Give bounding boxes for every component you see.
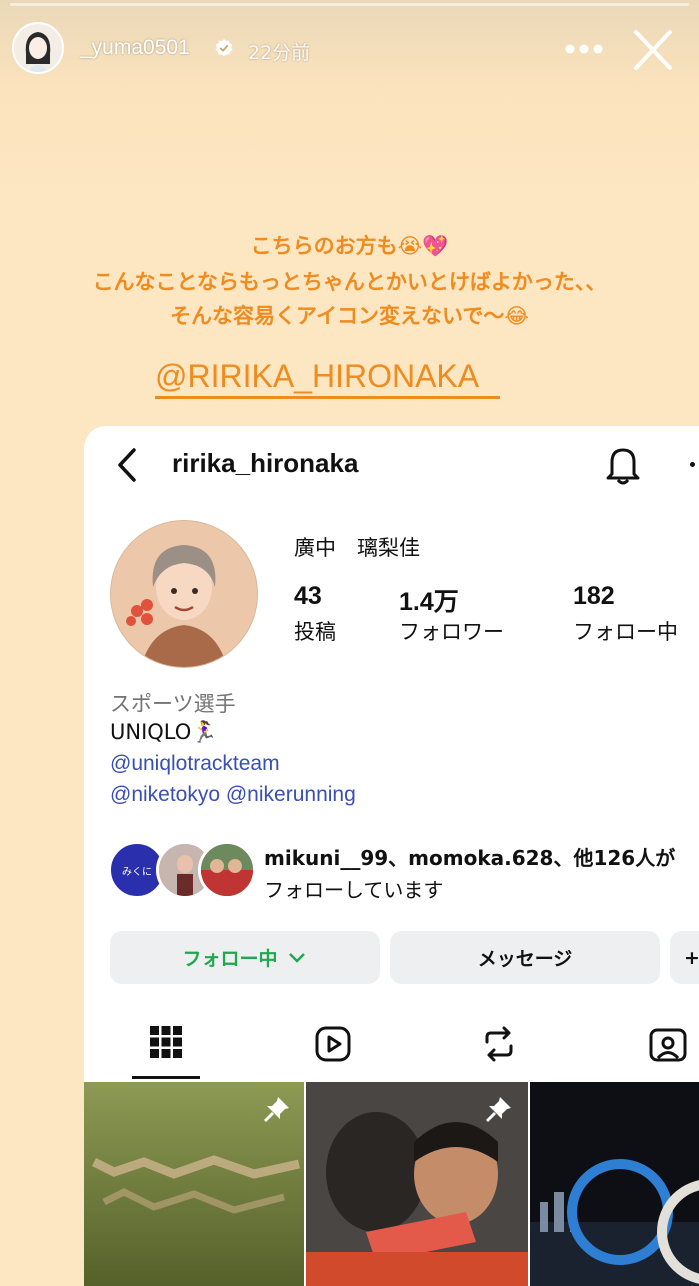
bio-link[interactable]: @uniqlotrackteam — [110, 752, 280, 776]
suggest-user-icon: + — [684, 946, 699, 969]
close-icon[interactable] — [630, 30, 676, 70]
more-options-icon[interactable] — [562, 34, 606, 64]
following-button[interactable]: フォロー中 — [110, 931, 380, 984]
profile-screenshot: ririka_hironaka 廣中 璃梨佳 43 投稿 1.4万 フォロワー … — [84, 426, 699, 1286]
followed-by-text: フォローしています — [264, 878, 444, 902]
stat-following-value[interactable]: 182 — [573, 582, 615, 611]
story-username[interactable]: _yuma0501 — [80, 36, 190, 60]
reels-tab-icon[interactable] — [314, 1025, 352, 1063]
stat-posts-label[interactable]: 投稿 — [294, 616, 336, 646]
story-timestamp: 22分前 — [248, 42, 311, 64]
bio-link[interactable]: @niketokyo @nikerunning — [110, 783, 356, 807]
caption-line: こちらのお方も😭💖 — [250, 234, 449, 258]
reposts-tab-icon[interactable] — [480, 1025, 518, 1063]
profile-full-name: 廣中 璃梨佳 — [294, 536, 420, 560]
active-tab-indicator — [132, 1076, 200, 1079]
tagged-tab-icon[interactable] — [648, 1025, 688, 1063]
caption-line: そんな容易くアイコン変えないで〜😂 — [170, 304, 529, 328]
story-header: _yuma0501 22分前 — [0, 0, 699, 100]
stat-following-label[interactable]: フォロー中 — [573, 616, 678, 646]
verified-badge-icon — [215, 39, 233, 57]
pin-icon — [485, 1097, 511, 1123]
mention-sticker[interactable]: @RIRIKA_HIRONAKA — [155, 356, 500, 399]
profile-username: ririka_hironaka — [172, 448, 359, 478]
profile-bio: UNIQLO🏃‍♀️ — [110, 720, 218, 744]
following-button-label: フォロー中 — [182, 948, 278, 970]
followed-by-names[interactable]: mikuni__99、momoka.628、他126人が — [264, 842, 675, 871]
bell-icon[interactable] — [604, 444, 642, 486]
caption-line: こんなことならもっとちゃんとかいとけばよかった、、 — [92, 270, 607, 294]
back-arrow-icon[interactable] — [112, 446, 142, 484]
more-icon[interactable] — [690, 462, 695, 467]
user-avatar[interactable] — [12, 22, 64, 74]
stat-posts-value[interactable]: 43 — [294, 582, 322, 611]
suggest-user-button[interactable]: + — [670, 931, 699, 984]
message-button[interactable]: メッセージ — [390, 931, 660, 984]
profile-category: スポーツ選手 — [110, 692, 236, 716]
grid-tab-icon[interactable] — [148, 1024, 184, 1060]
mutual-avatar[interactable] — [198, 841, 256, 899]
stat-followers-label[interactable]: フォロワー — [399, 616, 504, 646]
profile-picture[interactable] — [110, 520, 258, 668]
pin-icon — [263, 1097, 289, 1123]
chevron-down-icon — [288, 952, 305, 963]
post-thumbnail[interactable] — [530, 1082, 699, 1286]
stat-followers-value[interactable]: 1.4万 — [399, 582, 459, 618]
